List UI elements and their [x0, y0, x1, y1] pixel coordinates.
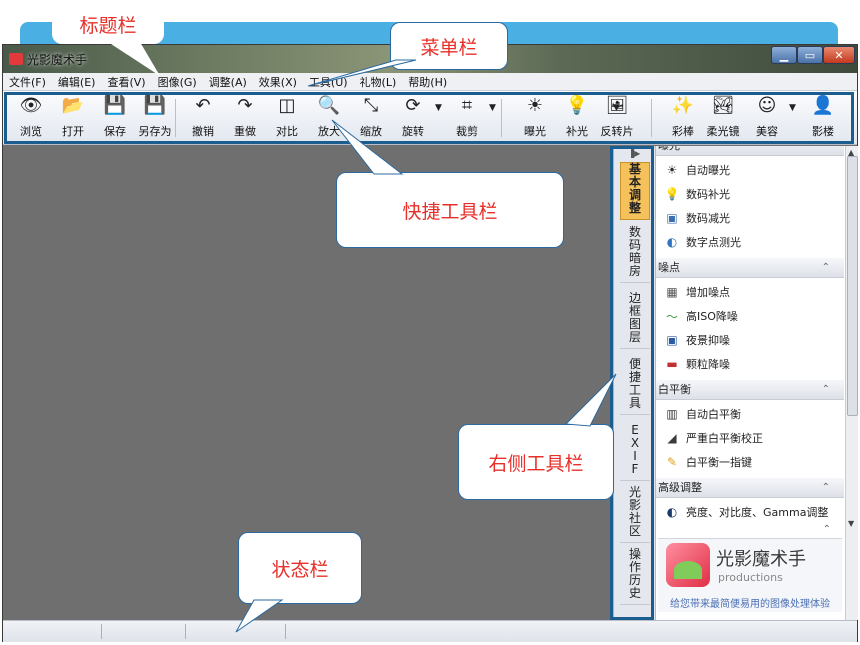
callout-menu-bar-text: 菜单栏: [420, 36, 478, 59]
callout-status-bar-tail: [235, 599, 284, 633]
tool-label: 数码补光: [686, 188, 730, 201]
tool-icon: ◐: [666, 505, 678, 519]
tool-icon: ▣: [666, 333, 678, 347]
callout-title-bar: 标题栏: [52, 4, 164, 44]
panel-section-header[interactable]: 高级调整 ⌃: [656, 478, 844, 498]
callout-status-bar: 状态栏: [238, 532, 362, 604]
panel-tool-item[interactable]: ✎ 白平衡一指键: [664, 452, 752, 472]
status-bar: [3, 620, 857, 642]
app-logo-mark: [666, 543, 710, 587]
panel-section-header[interactable]: 曝光 ⌃: [656, 146, 844, 156]
tool-icon: ◢: [667, 431, 677, 445]
tool-icon: ▬: [666, 357, 678, 371]
scrollbar-thumb[interactable]: [847, 156, 858, 416]
menu-effects[interactable]: 效果(X): [259, 74, 297, 90]
tool-label: 高ISO降噪: [686, 310, 738, 323]
logo-subtitle: productions: [718, 571, 783, 584]
callout-right-toolbar: 右侧工具栏: [458, 424, 614, 500]
callout-menu-bar-tail: [307, 59, 417, 87]
panel-tool-item[interactable]: 〜高ISO降噪: [664, 306, 738, 326]
tool-label: 颗粒降噪: [686, 358, 730, 371]
tool-label: 增加噪点: [686, 286, 730, 299]
panel-tool-item[interactable]: ◐ 数字点测光: [664, 232, 741, 252]
callout-quick-toolbar-text: 快捷工具栏: [402, 200, 498, 223]
callout-right-toolbar-text: 右侧工具栏: [488, 452, 584, 475]
collapse-icon[interactable]: ⌃: [822, 258, 830, 278]
panel-tool-item[interactable]: ☀ 自动曝光: [664, 160, 730, 180]
tool-icon: ☀: [666, 163, 678, 177]
section-title: 高级调整: [658, 481, 702, 494]
panel-tool-item[interactable]: ▣ 数码减光: [664, 208, 730, 228]
tool-label: 数字点测光: [686, 236, 741, 249]
tool-label: 自动曝光: [686, 164, 730, 177]
tool-icon: 💡: [664, 187, 680, 201]
app-logo-icon: [9, 53, 23, 65]
panel-section-header[interactable]: 白平衡 ⌃: [656, 380, 844, 400]
collapse-icon[interactable]: ⌃: [822, 380, 830, 400]
scroll-down-icon[interactable]: ▼: [848, 519, 854, 528]
maximize-button[interactable]: ▭: [797, 46, 823, 64]
logo-banner[interactable]: 光影魔术手 productions 给您带来最简便易用的图像处理体验: [658, 538, 842, 612]
callout-quick-toolbar: 快捷工具栏: [336, 172, 564, 248]
panel-tool-item[interactable]: 💡 数码补光: [664, 184, 730, 204]
tool-label: 白平衡一指键: [686, 456, 752, 469]
tool-label: 严重白平衡校正: [686, 432, 763, 445]
panel-section-header[interactable]: 噪点 ⌃: [656, 258, 844, 278]
panel-tool-item[interactable]: ▦ 增加噪点: [664, 282, 730, 302]
toolbar-highlight-box: [4, 92, 854, 144]
logo-title: 光影魔术手: [716, 549, 806, 570]
logo-slogan: 给您带来最简便易用的图像处理体验: [670, 599, 830, 610]
callout-right-toolbar-tail: [564, 373, 617, 427]
callout-title-bar-text: 标题栏: [79, 14, 137, 37]
collapse-icon[interactable]: ⌃: [822, 146, 830, 156]
window-title: 光影魔术手: [27, 53, 88, 67]
panel-tool-item[interactable]: ◐ 亮度、对比度、Gamma调整: [664, 502, 829, 522]
panel-tool-item[interactable]: ▬ 颗粒降噪: [664, 354, 730, 374]
section-title: 白平衡: [658, 383, 691, 396]
callout-status-bar-text: 状态栏: [271, 558, 329, 581]
callout-quick-toolbar-tail: [331, 119, 404, 175]
collapse-icon[interactable]: ⌃: [822, 478, 830, 498]
panel-tool-item[interactable]: ▥ 自动白平衡: [664, 404, 741, 424]
section-title: 曝光: [658, 146, 680, 152]
tool-icon: ▦: [666, 285, 678, 299]
tool-icon: ◐: [666, 235, 678, 249]
tool-icon: ▥: [666, 407, 678, 421]
tool-icon: ✎: [666, 455, 678, 469]
tool-icon: 〜: [665, 309, 678, 324]
minimize-button[interactable]: ▁: [771, 46, 797, 64]
section-title: 噪点: [658, 261, 680, 274]
collapse-icon[interactable]: ⌃: [823, 524, 831, 535]
tool-label: 夜景抑噪: [686, 334, 730, 347]
panel-scrollbar[interactable]: ▲ ▼: [845, 146, 858, 620]
menu-adjust[interactable]: 调整(A): [209, 74, 247, 90]
menu-edit[interactable]: 编辑(E): [58, 74, 96, 90]
tool-label: 数码减光: [686, 212, 730, 225]
menu-file[interactable]: 文件(F): [9, 74, 46, 90]
panel-tool-item[interactable]: ▣ 夜景抑噪: [664, 330, 730, 350]
tool-label: 自动白平衡: [686, 408, 741, 421]
close-button[interactable]: ✕: [823, 46, 855, 64]
tool-label: 亮度、对比度、Gamma调整: [686, 506, 829, 519]
tool-icon: ▣: [666, 211, 678, 225]
panel-tool-item[interactable]: ◢ 严重白平衡校正: [664, 428, 763, 448]
callout-title-bar-tail: [108, 42, 160, 76]
